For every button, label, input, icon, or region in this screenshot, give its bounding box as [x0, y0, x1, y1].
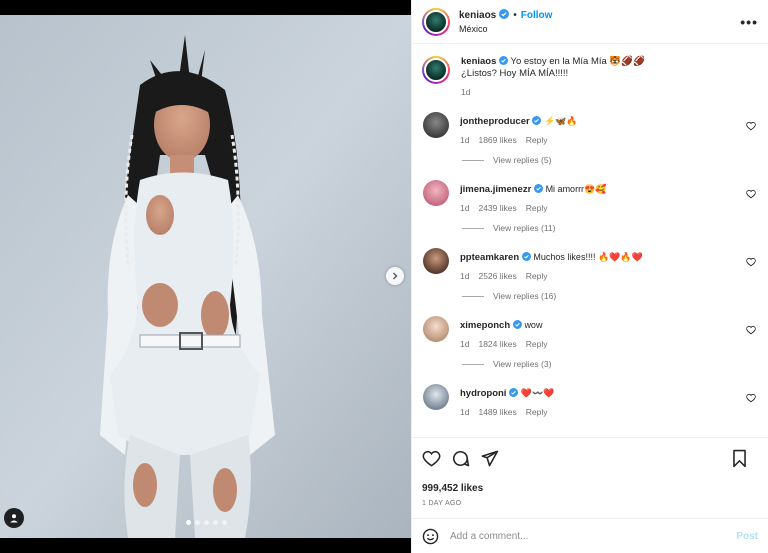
- comment-icon: [452, 450, 470, 466]
- commenter-avatar[interactable]: [423, 248, 449, 274]
- post-header: keniaos • Follow México •••: [412, 0, 768, 44]
- heart-icon[interactable]: [746, 257, 756, 267]
- post-media: [0, 0, 411, 553]
- commenter-avatar[interactable]: [423, 180, 449, 206]
- heart-icon[interactable]: [746, 393, 756, 403]
- commenter-avatar[interactable]: [423, 384, 449, 410]
- comment-username[interactable]: jimena.jimenezr: [460, 184, 531, 195]
- view-replies-button[interactable]: View replies (5): [462, 155, 758, 165]
- carousel-dots: [186, 520, 227, 525]
- comment-likes[interactable]: 2439 likes: [478, 203, 516, 213]
- comment-likes[interactable]: 1489 likes: [478, 407, 516, 417]
- comment-time: 1d: [460, 135, 470, 145]
- user-tag-icon: [10, 514, 18, 523]
- post-time: 1 DAY AGO: [422, 500, 462, 507]
- verified-icon: [532, 116, 542, 125]
- view-replies-label: View replies (3): [493, 359, 552, 369]
- share-icon: [481, 450, 499, 466]
- carousel-dot: [186, 520, 191, 525]
- comment-text: ❤️〰️❤️: [520, 388, 555, 398]
- comment-username[interactable]: ximeponch: [460, 320, 510, 331]
- comment-button[interactable]: [451, 449, 470, 468]
- verified-icon: [521, 252, 531, 261]
- comment-time: 1d: [460, 203, 470, 213]
- verified-icon: [509, 388, 519, 397]
- comment-likes[interactable]: 1869 likes: [478, 135, 516, 145]
- heart-icon[interactable]: [746, 189, 756, 199]
- post-photo[interactable]: [0, 15, 411, 538]
- view-replies-label: View replies (16): [493, 291, 557, 301]
- reply-button[interactable]: Reply: [526, 203, 548, 213]
- carousel-next-button[interactable]: [386, 267, 404, 285]
- view-replies-label: View replies (11): [493, 223, 556, 233]
- comment-username[interactable]: hydroponi: [460, 388, 506, 399]
- caption-line2: ¿Listos? Hoy MÍA MÍA!!!!!: [461, 68, 569, 79]
- more-options-icon[interactable]: •••: [740, 14, 758, 30]
- carousel-dot: [213, 520, 218, 525]
- comment-item: hydroponi ❤️〰️❤️ 1d 1489 likes Reply: [422, 384, 758, 418]
- verified-icon: [499, 9, 510, 22]
- verified-icon: [512, 320, 522, 329]
- comment-input[interactable]: Add a comment...: [450, 531, 736, 542]
- post-sidebar: keniaos • Follow México ••• keniaos Yo e…: [411, 0, 768, 553]
- verified-icon: [499, 56, 509, 65]
- reply-button[interactable]: Reply: [526, 407, 548, 417]
- comment-time: 1d: [460, 407, 470, 417]
- comment-text: ⚡🦋🔥: [543, 116, 578, 126]
- verified-icon: [533, 184, 543, 193]
- caption-avatar[interactable]: [422, 56, 450, 84]
- heart-icon[interactable]: [746, 121, 756, 131]
- comment-username[interactable]: ppteamkaren: [460, 252, 519, 263]
- carousel-dot: [195, 520, 200, 525]
- author-username[interactable]: keniaos: [459, 10, 496, 21]
- user-tag-button[interactable]: [4, 508, 24, 528]
- comment-likes[interactable]: 2526 likes: [478, 271, 516, 281]
- commenter-avatar[interactable]: [423, 112, 449, 138]
- reply-button[interactable]: Reply: [526, 339, 548, 349]
- comment-item: ppteamkaren Muchos likes!!!! 🔥❤️🔥❤️ 1d 25…: [422, 248, 758, 282]
- likes-count[interactable]: 999,452 likes: [422, 483, 758, 494]
- add-comment-bar: Add a comment... Post: [412, 518, 768, 553]
- comment-time: 1d: [460, 339, 470, 349]
- post-comment-button[interactable]: Post: [736, 531, 758, 542]
- post-actions: 999,452 likes 1 DAY AGO: [412, 437, 768, 507]
- comment-text: wow: [524, 320, 543, 330]
- caption-line1: Yo estoy en la Mía Mía 🐯🏈🏈: [510, 56, 645, 67]
- save-button[interactable]: [731, 449, 748, 468]
- post-location[interactable]: México: [459, 24, 740, 34]
- bookmark-icon: [733, 449, 746, 467]
- carousel-dot: [204, 520, 209, 525]
- view-replies-button[interactable]: View replies (11): [462, 223, 758, 233]
- comment-likes[interactable]: 1824 likes: [478, 339, 516, 349]
- view-replies-label: View replies (5): [493, 155, 552, 165]
- comment-time: 1d: [460, 271, 470, 281]
- caption-time: 1d: [461, 87, 471, 97]
- view-replies-button[interactable]: View replies (16): [462, 291, 758, 301]
- header-separator: •: [513, 10, 517, 21]
- photo-illustration: [0, 15, 411, 538]
- heart-icon: [422, 450, 441, 467]
- share-button[interactable]: [480, 449, 499, 468]
- caption-username[interactable]: keniaos: [461, 56, 496, 67]
- comment-item: jimena.jimenezr Mi amorrr😍🥰 1d 2439 likes…: [422, 180, 758, 214]
- heart-icon[interactable]: [746, 325, 756, 335]
- chevron-right-icon: [393, 272, 398, 280]
- emoji-icon[interactable]: [422, 528, 439, 545]
- post-caption: keniaos Yo estoy en la Mía Mía 🐯🏈🏈 ¿List…: [422, 56, 758, 98]
- view-replies-button[interactable]: View replies (3): [462, 359, 758, 369]
- comment-username[interactable]: jontheproducer: [460, 116, 530, 127]
- comment-item: jontheproducer ⚡🦋🔥 1d 1869 likes Reply: [422, 112, 758, 146]
- reply-button[interactable]: Reply: [526, 271, 548, 281]
- reply-button[interactable]: Reply: [526, 135, 548, 145]
- author-avatar[interactable]: [422, 7, 450, 36]
- comment-item: ximeponch wow 1d 1824 likes Reply: [422, 316, 758, 350]
- follow-button[interactable]: Follow: [521, 10, 553, 21]
- comment-text: Mi amorrr😍🥰: [545, 184, 607, 194]
- comments-list: keniaos Yo estoy en la Mía Mía 🐯🏈🏈 ¿List…: [412, 44, 768, 437]
- like-button[interactable]: [422, 449, 441, 468]
- carousel-dot: [222, 520, 227, 525]
- comment-text: Muchos likes!!!! 🔥❤️🔥❤️: [533, 252, 643, 262]
- commenter-avatar[interactable]: [423, 316, 449, 342]
